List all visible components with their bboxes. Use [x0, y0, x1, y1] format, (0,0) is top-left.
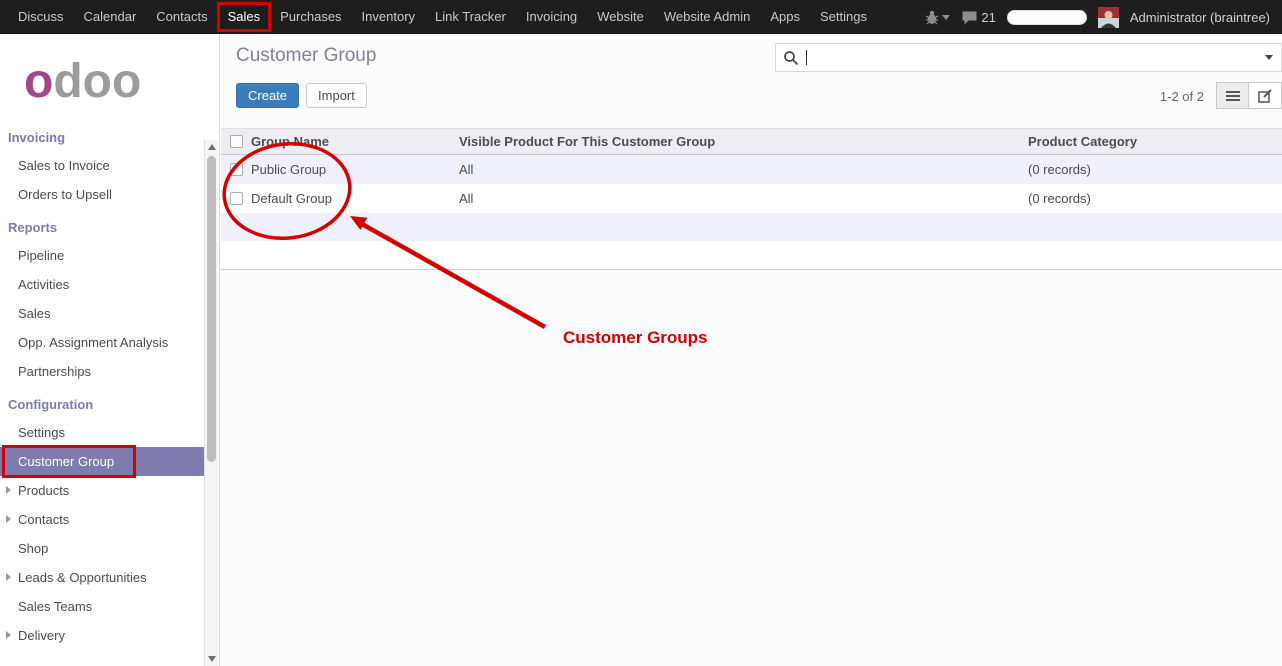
expand-arrow-icon [6, 486, 11, 494]
sidebar-item-products[interactable]: Products [0, 476, 205, 505]
sidebar-item-leads-opportunities[interactable]: Leads & Opportunities [0, 563, 205, 592]
menu-item-contacts[interactable]: Contacts [146, 0, 217, 34]
sidebar-item-label: Products [18, 483, 69, 498]
row-checkbox[interactable] [230, 163, 243, 176]
section-header-invoicing: Invoicing [0, 119, 205, 151]
user-menu[interactable]: Administrator (braintree) [1130, 10, 1270, 25]
column-header-visible-product[interactable]: Visible Product For This Customer Group [459, 134, 1028, 149]
create-button[interactable]: Create [236, 83, 299, 108]
sidebar-item-label: Contacts [18, 512, 69, 527]
view-toggle [1216, 82, 1282, 109]
empty-row [221, 241, 1282, 269]
scroll-up-icon[interactable] [208, 144, 216, 150]
cell-product-category: (0 records) [1028, 162, 1282, 177]
section-header-reports: Reports [0, 209, 205, 241]
row-select-cell [221, 192, 251, 205]
records-table: Group Name Visible Product For This Cust… [221, 128, 1282, 270]
sidebar-item-settings[interactable]: Settings [0, 418, 205, 447]
sidebar-item-opp-assignment-analysis[interactable]: Opp. Assignment Analysis [0, 328, 205, 357]
main-content: Customer Group Create Import 1-2 of 2 [221, 34, 1282, 666]
sidebar-item-sales-to-invoice[interactable]: Sales to Invoice [0, 151, 205, 180]
import-button[interactable]: Import [306, 83, 367, 108]
cell-visible-product: All [459, 162, 1028, 177]
sidebar-item-contacts[interactable]: Contacts [0, 505, 205, 534]
table-end-divider [221, 269, 1282, 270]
menu-item-website-admin[interactable]: Website Admin [654, 0, 760, 34]
select-all-checkbox[interactable] [230, 135, 243, 148]
messages-indicator[interactable]: 21 [961, 10, 995, 25]
topbar: Discuss Calendar Contacts Sales Purchase… [0, 0, 1282, 34]
cell-product-category: (0 records) [1028, 191, 1282, 206]
avatar[interactable] [1098, 7, 1119, 28]
sidebar-item-activities[interactable]: Activities [0, 270, 205, 299]
column-header-group-name[interactable]: Group Name [251, 134, 459, 149]
section-header-configuration: Configuration [0, 386, 205, 418]
list-view-button[interactable] [1216, 82, 1249, 109]
form-view-button[interactable] [1249, 82, 1282, 109]
sidebar-item-sales-teams[interactable]: Sales Teams [0, 592, 205, 621]
topbar-right: 21 Administrator (braintree) [925, 7, 1282, 28]
menu-item-inventory[interactable]: Inventory [352, 0, 425, 34]
bug-icon [925, 10, 939, 25]
logo-letter: o [24, 55, 53, 108]
table-row[interactable]: Default Group All (0 records) [221, 184, 1282, 213]
list-icon [1226, 90, 1240, 102]
edit-form-icon [1258, 89, 1272, 103]
search-dropdown-icon[interactable] [1265, 55, 1273, 60]
text-cursor [806, 50, 807, 65]
sidebar-item-label: Leads & Opportunities [18, 570, 147, 585]
logo-letters: doo [53, 55, 141, 108]
menu-item-discuss[interactable]: Discuss [8, 0, 74, 34]
menu-item-invoicing[interactable]: Invoicing [516, 0, 587, 34]
scrollbar-thumb[interactable] [207, 156, 216, 462]
sidebar: odoo Invoicing Sales to Invoice Orders t… [0, 34, 220, 666]
cell-group-name: Default Group [251, 191, 459, 206]
expand-arrow-icon [6, 515, 11, 523]
sidebar-item-delivery[interactable]: Delivery [0, 621, 205, 650]
sidebar-item-orders-to-upsell[interactable]: Orders to Upsell [0, 180, 205, 209]
sidebar-item-pipeline[interactable]: Pipeline [0, 241, 205, 270]
chevron-down-icon [942, 15, 950, 20]
row-checkbox[interactable] [230, 192, 243, 205]
table-header-row: Group Name Visible Product For This Cust… [221, 128, 1282, 155]
table-row[interactable]: Public Group All (0 records) [221, 155, 1282, 184]
sidebar-scrollbar[interactable] [204, 140, 218, 666]
column-header-product-category[interactable]: Product Category [1028, 134, 1282, 149]
recorder-pill [1007, 10, 1087, 25]
pager: 1-2 of 2 [1160, 89, 1204, 104]
topbar-menu: Discuss Calendar Contacts Sales Purchase… [0, 0, 877, 34]
search-bar[interactable] [775, 43, 1282, 72]
row-select-cell [221, 163, 251, 176]
odoo-logo: odoo [0, 34, 205, 119]
cell-group-name: Public Group [251, 162, 459, 177]
menu-item-website[interactable]: Website [587, 0, 654, 34]
menu-item-link-tracker[interactable]: Link Tracker [425, 0, 516, 34]
message-bubble-icon [961, 10, 978, 25]
empty-row [221, 213, 1282, 241]
expand-arrow-icon [6, 573, 11, 581]
sidebar-item-customer-group[interactable]: Customer Group [0, 447, 205, 476]
sidebar-item-shop[interactable]: Shop [0, 534, 205, 563]
search-input[interactable] [809, 50, 1265, 65]
scroll-down-icon[interactable] [208, 656, 216, 662]
menu-item-calendar[interactable]: Calendar [74, 0, 147, 34]
menu-item-sales[interactable]: Sales [218, 0, 271, 34]
debug-menu[interactable] [925, 10, 950, 25]
expand-arrow-icon [6, 631, 11, 639]
messages-count: 21 [981, 10, 995, 25]
menu-item-settings[interactable]: Settings [810, 0, 877, 34]
sidebar-item-label: Delivery [18, 628, 65, 643]
page-title: Customer Group [236, 45, 376, 67]
menu-item-purchases[interactable]: Purchases [270, 0, 351, 34]
sidebar-item-partnerships[interactable]: Partnerships [0, 357, 205, 386]
search-icon [783, 50, 799, 66]
sidebar-item-sales[interactable]: Sales [0, 299, 205, 328]
cell-visible-product: All [459, 191, 1028, 206]
select-all-cell [221, 135, 251, 148]
menu-item-apps[interactable]: Apps [760, 0, 810, 34]
avatar-image [1098, 7, 1119, 28]
